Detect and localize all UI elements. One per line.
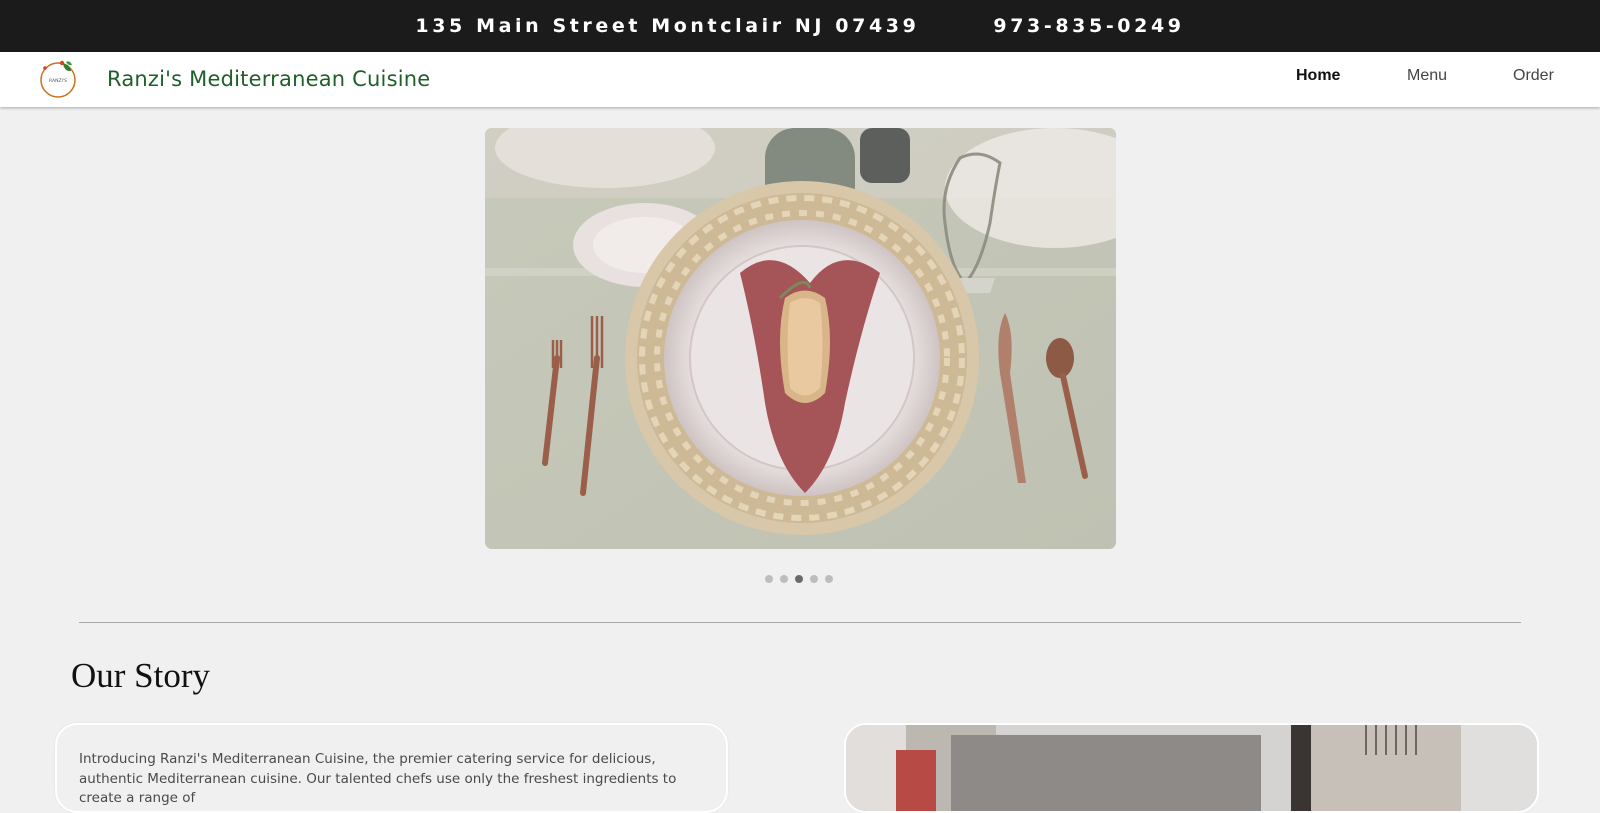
carousel-dot-4[interactable] xyxy=(810,575,818,583)
storefront-photo-card xyxy=(844,723,1539,813)
section-divider xyxy=(79,622,1521,623)
carousel-dot-3[interactable] xyxy=(795,575,803,583)
phone-text[interactable]: 973-835-0249 xyxy=(993,15,1184,37)
hero-carousel-image[interactable] xyxy=(485,128,1116,549)
nav-order[interactable]: Order xyxy=(1513,67,1554,85)
story-paragraph: Introducing Ranzi's Mediterranean Cuisin… xyxy=(79,751,677,806)
main-navbar: RANZI'S Ranzi's Mediterranean Cuisine Ho… xyxy=(0,52,1600,107)
contact-bar: 135 Main Street Montclair NJ 07439 973-8… xyxy=(0,0,1600,52)
carousel-dot-5[interactable] xyxy=(825,575,833,583)
carousel-dot-2[interactable] xyxy=(780,575,788,583)
carousel-dot-1[interactable] xyxy=(765,575,773,583)
table-setting-photo xyxy=(485,128,1116,549)
our-story-heading: Our Story xyxy=(71,656,211,695)
restaurant-logo[interactable]: RANZI'S xyxy=(37,58,79,100)
address-text: 135 Main Street Montclair NJ 07439 xyxy=(415,15,920,37)
nav-menu[interactable]: Menu xyxy=(1407,67,1447,85)
nav-home[interactable]: Home xyxy=(1296,67,1340,85)
brand-name[interactable]: Ranzi's Mediterranean Cuisine xyxy=(107,67,430,91)
logo-text: RANZI'S xyxy=(49,78,67,84)
carousel-indicators xyxy=(765,575,833,583)
storefront-photo xyxy=(846,725,1537,811)
story-text-card: Introducing Ranzi's Mediterranean Cuisin… xyxy=(55,723,728,813)
